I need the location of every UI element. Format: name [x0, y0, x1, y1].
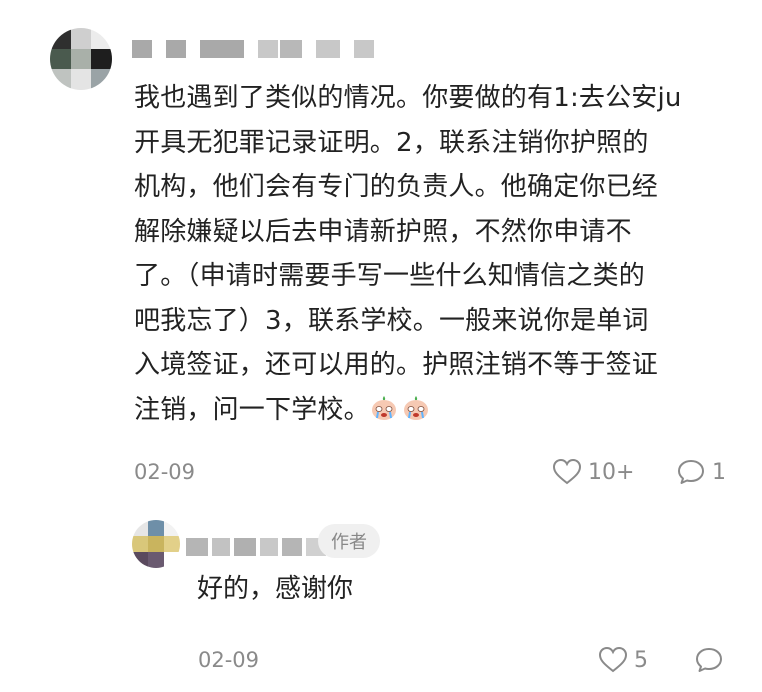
reply-like-count: 5 [634, 647, 648, 673]
comment-line: 入境签证，还可以用的。护照注销不等于签证 [134, 350, 659, 380]
username-censored[interactable] [132, 40, 388, 58]
speech-bubble-icon [678, 460, 704, 484]
heart-outline-icon [552, 458, 582, 485]
like-button[interactable]: 10+ [552, 458, 634, 486]
avatar-pixel [70, 28, 92, 49]
avatar-pixel [148, 536, 164, 552]
reply-date: 02-09 [198, 648, 260, 672]
avatar-pixel [148, 520, 164, 536]
avatar-pixel [164, 552, 180, 568]
avatar-pixel [132, 552, 148, 568]
reply-button[interactable]: 1 [676, 458, 726, 486]
comment-line: 机构，他们会有专门的负责人。他确定你已经 [134, 172, 659, 202]
avatar-pixel [91, 69, 112, 90]
avatar-pixel [70, 48, 92, 70]
reply-reply-button[interactable] [694, 646, 730, 674]
avatar-pixel [132, 536, 148, 552]
avatar-pixel [164, 536, 180, 552]
comment-line: 注销，问一下学校。 [134, 394, 370, 425]
reply-body: 好的，感谢你 [197, 574, 354, 604]
avatar-pixel [132, 520, 148, 536]
avatar-pixel [50, 69, 71, 90]
avatar-pixel [148, 552, 164, 568]
comment-line: 我也遇到了类似的情况。你要做的有1:去公安ju [134, 83, 682, 113]
reply-username-censored[interactable] [186, 538, 340, 556]
avatar-pixel [50, 48, 71, 70]
avatar-pixel [70, 69, 92, 90]
comment-line: 解除嫌疑以后去申请新护照，不然你申请不 [134, 216, 632, 247]
reply-like-button[interactable]: 5 [598, 646, 648, 674]
heart-outline-icon [598, 646, 628, 673]
crying-face-emoji [403, 395, 428, 420]
reply-avatar[interactable] [132, 520, 180, 568]
avatar-pixel [164, 520, 180, 536]
comment-line-last: 注销，问一下学校。 [134, 388, 734, 433]
speech-bubble-icon [696, 648, 722, 672]
crying-face-emoji [371, 395, 396, 420]
comment-line: 吧我忘了）3，联系学校。一般来说你是单词 [134, 305, 649, 336]
comment-body: 我也遇到了类似的情况。你要做的有1:去公安ju 开具无犯罪记录证明。2，联系注销… [134, 76, 734, 432]
avatar-pixel [91, 28, 112, 49]
avatar[interactable] [50, 28, 112, 90]
like-count: 10+ [588, 459, 635, 485]
comment-line: 开具无犯罪记录证明。2，联系注销你护照的 [134, 127, 649, 158]
avatar-pixel [50, 28, 71, 49]
reply-count: 1 [712, 459, 726, 485]
comment-line: 了。（申请时需要手写一些什么知情信之类的 [134, 261, 646, 291]
avatar-pixel [91, 48, 112, 70]
comment-date: 02-09 [134, 460, 196, 484]
author-badge: 作者 [318, 524, 380, 558]
